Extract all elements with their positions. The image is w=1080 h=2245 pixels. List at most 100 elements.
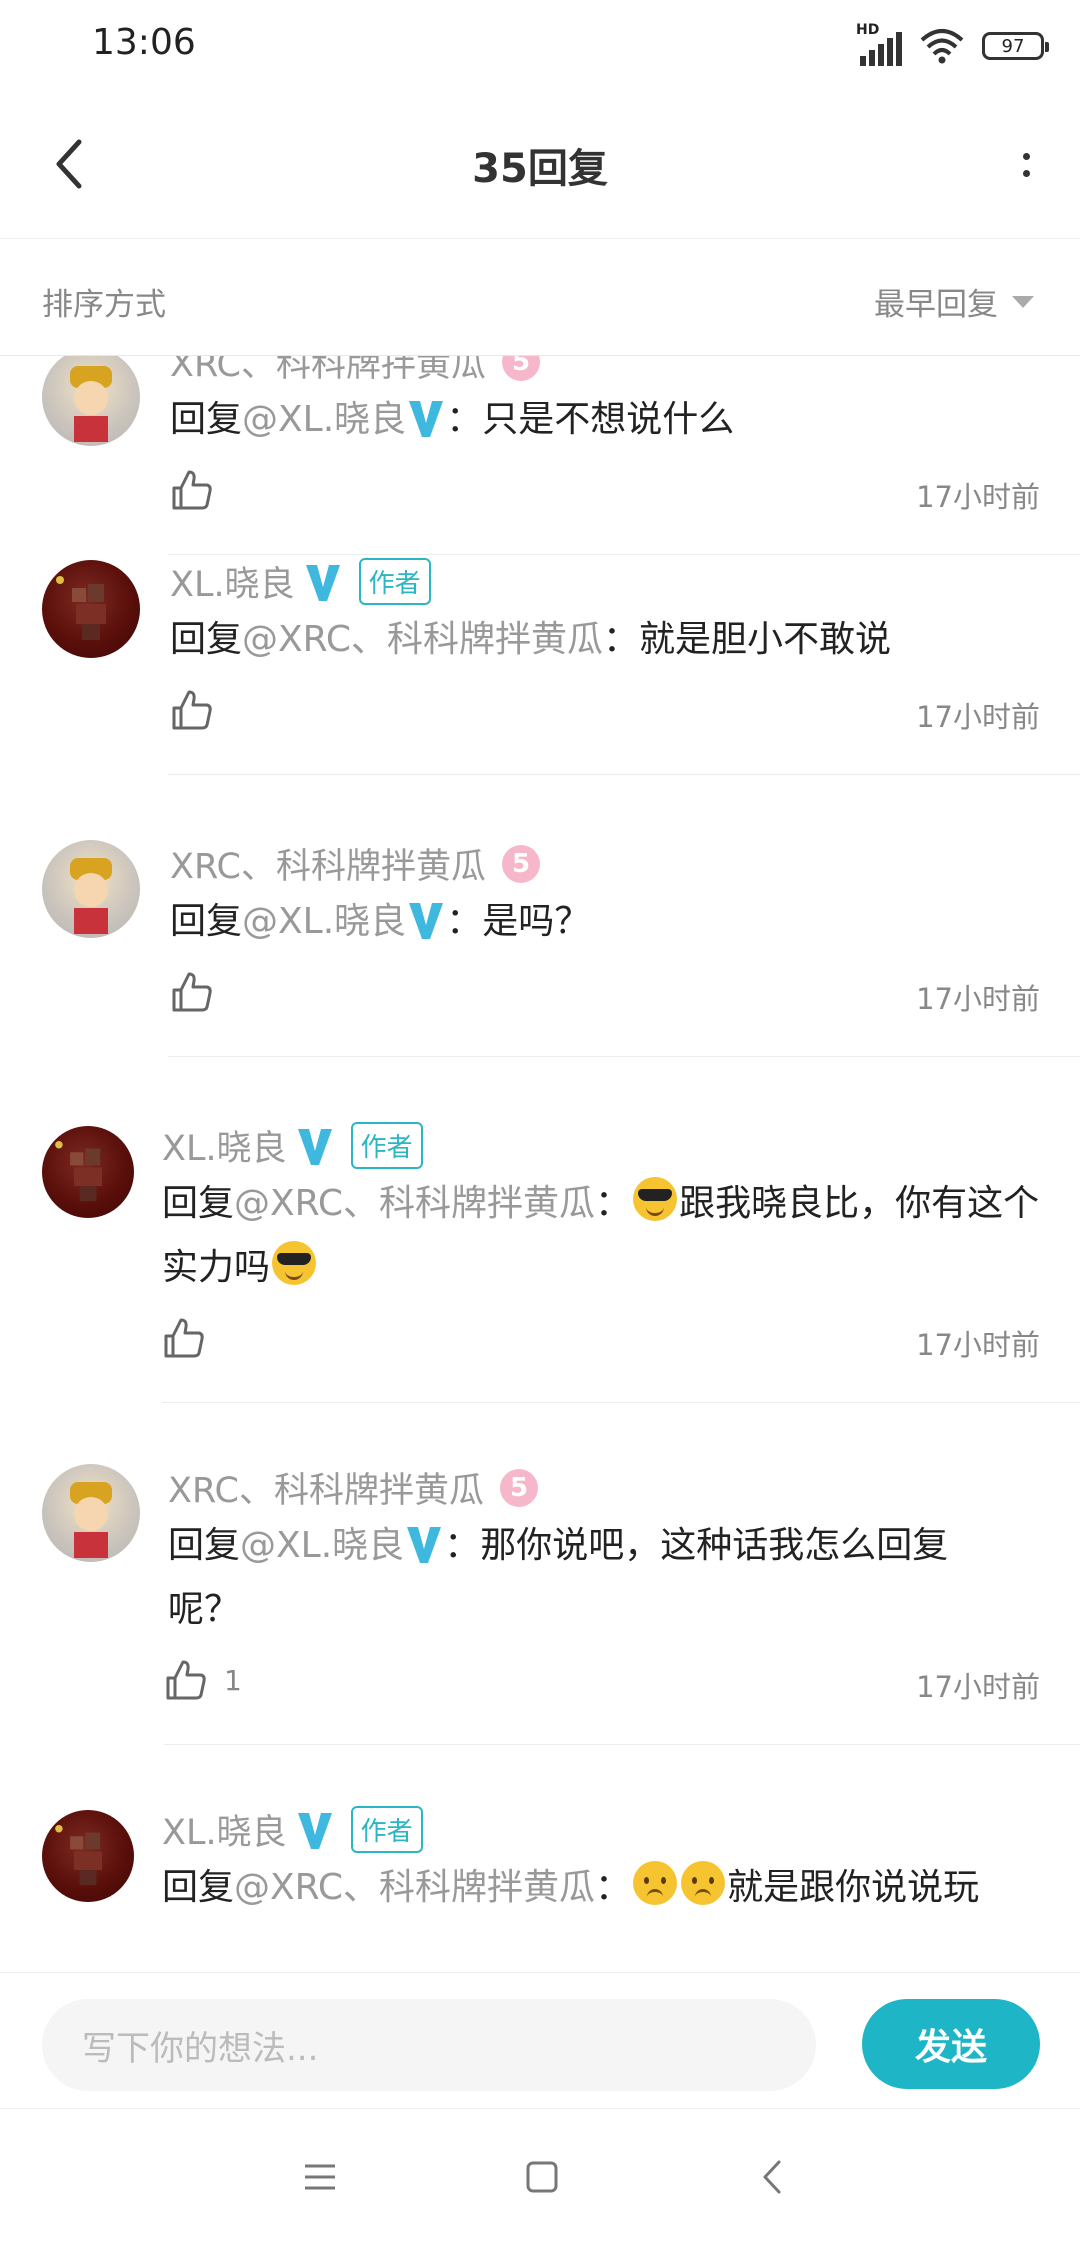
app-bar: 35回复: [0, 92, 1080, 239]
chevron-down-icon: [1012, 295, 1034, 308]
list-item: XL.晓良 作者 回复@XRC、科科牌拌黄瓜：就是胆小不敢说 17小时前: [0, 556, 1080, 838]
comment-input[interactable]: 写下你的想法...: [42, 1999, 816, 2091]
author-name[interactable]: XL.晓良: [162, 1120, 287, 1171]
sad-emoji-icon: [633, 1861, 678, 1905]
author-name[interactable]: XL.晓良: [162, 1804, 287, 1855]
verified-v-icon: [409, 903, 444, 939]
sad-emoji-icon: [681, 1861, 726, 1905]
avatar[interactable]: [42, 1810, 134, 1902]
status-bar: 13:06 HD 97: [0, 0, 1080, 92]
avatar[interactable]: [42, 840, 140, 938]
mention-link[interactable]: @XRC、科科牌拌黄瓜: [234, 1183, 595, 1224]
author-tag: 作者: [358, 558, 431, 605]
like-button[interactable]: [162, 1316, 222, 1360]
avatar[interactable]: [42, 356, 140, 446]
mention-link[interactable]: @XRC、科科牌拌黄瓜: [242, 619, 603, 660]
comment-body-sep: ：: [595, 1867, 632, 1908]
comment-time: 17小时前: [916, 700, 1040, 734]
comment-time: 17小时前: [916, 480, 1040, 514]
reply-prefix: 回复: [170, 901, 243, 942]
avatar[interactable]: [42, 1126, 134, 1218]
wifi-icon: [920, 29, 964, 64]
author-name[interactable]: XRC、科科牌拌黄瓜: [170, 356, 486, 387]
system-nav-bar: [0, 2108, 1080, 2245]
level-badge: 5: [500, 1468, 538, 1507]
like-button[interactable]: [170, 468, 230, 512]
signal-icon: HD: [856, 22, 902, 66]
reply-prefix: 回复: [170, 399, 243, 440]
divider: [168, 554, 1080, 555]
comment-text[interactable]: 回复@XRC、科科牌拌黄瓜： 跟我晓良比，你有这个实力吗: [162, 1172, 1042, 1300]
author-row: XRC、科科牌拌黄瓜 5: [168, 1462, 538, 1513]
author-tag: 作者: [350, 1806, 423, 1853]
avatar[interactable]: [42, 1464, 140, 1562]
divider: [164, 1744, 1080, 1745]
sort-label: 排序方式: [42, 287, 166, 323]
author-row: XRC、科科牌拌黄瓜 5: [170, 356, 540, 387]
author-name[interactable]: XRC、科科牌拌黄瓜: [168, 1462, 484, 1513]
sort-dropdown[interactable]: 最早回复: [874, 279, 1034, 324]
menu-icon[interactable]: [300, 2157, 340, 2197]
verified-v-icon: [305, 564, 340, 601]
comment-body: 就是跟你说说玩: [727, 1867, 980, 1908]
level-badge: 5: [502, 356, 540, 381]
reply-prefix: 回复: [162, 1183, 235, 1224]
thumbs-up-icon: [164, 1318, 204, 1358]
comment-body-sep: ：: [595, 1183, 632, 1224]
mention-link[interactable]: @XRC、科科牌拌黄瓜: [234, 1867, 595, 1908]
level-badge: 5: [502, 844, 540, 883]
author-row: XL.晓良 作者: [162, 1804, 423, 1855]
comment-body: ：就是胆小不敢说: [603, 619, 892, 660]
list-item: XRC、科科牌拌黄瓜 5 回复@XL.晓良 ：那你说吧，这种话我怎么回复呢？ 1 …: [0, 1462, 1080, 1806]
battery-icon: 97: [982, 32, 1049, 60]
author-row: XRC、科科牌拌黄瓜 5: [170, 838, 540, 889]
thumbs-up-icon: [166, 1660, 206, 1700]
comment-text[interactable]: 回复@XRC、科科牌拌黄瓜： 就是跟你说说玩: [162, 1856, 1042, 1920]
sort-selected-value: 最早回复: [874, 287, 998, 323]
list-item: XL.晓良 作者 回复@XRC、科科牌拌黄瓜： 跟我晓良比，你有这个实力吗 17小…: [0, 1120, 1080, 1464]
like-button[interactable]: 1: [164, 1658, 242, 1702]
comment-body: ：只是不想说什么: [446, 399, 735, 440]
reply-prefix: 回复: [168, 1525, 241, 1566]
verified-v-icon: [407, 1527, 442, 1563]
more-vertical-icon[interactable]: [1012, 138, 1040, 192]
avatar[interactable]: [42, 560, 140, 658]
like-button[interactable]: [170, 688, 230, 732]
author-row: XL.晓良 作者: [162, 1120, 423, 1171]
comment-text[interactable]: 回复@XL.晓良 ：是吗？: [170, 890, 1040, 954]
comment-list[interactable]: XRC、科科牌拌黄瓜 5 回复@XL.晓良 ：只是不想说什么 17小时前 XL.晓…: [0, 356, 1080, 1971]
thumbs-up-icon: [172, 972, 212, 1012]
verified-v-icon: [409, 401, 444, 437]
comment-time: 17小时前: [916, 1670, 1040, 1704]
mention-link[interactable]: @XL.晓良: [240, 1525, 404, 1566]
send-button[interactable]: 发送: [862, 1999, 1040, 2089]
divider: [168, 774, 1080, 775]
comment-text[interactable]: 回复@XL.晓良 ：那你说吧，这种话我怎么回复呢？: [168, 1514, 1018, 1642]
page-title: 35回复: [472, 146, 608, 192]
divider: [168, 1056, 1080, 1057]
comment-text[interactable]: 回复@XRC、科科牌拌黄瓜：就是胆小不敢说: [170, 608, 1040, 672]
sunglasses-emoji-icon: [633, 1177, 678, 1221]
status-time: 13:06: [92, 22, 196, 63]
mention-link[interactable]: @XL.晓良: [242, 901, 406, 942]
like-button[interactable]: [170, 970, 230, 1014]
thumbs-up-icon: [172, 470, 212, 510]
comment-body: ：是吗？: [446, 901, 591, 942]
status-icons: HD 97: [856, 22, 1049, 68]
comment-time: 17小时前: [916, 982, 1040, 1016]
like-count: 1: [224, 1663, 242, 1697]
comment-text[interactable]: 回复@XL.晓良 ：只是不想说什么: [170, 388, 1040, 452]
author-name[interactable]: XRC、科科牌拌黄瓜: [170, 838, 486, 889]
reply-prefix: 回复: [162, 1867, 235, 1908]
thumbs-up-icon: [172, 690, 212, 730]
list-item: XRC、科科牌拌黄瓜 5 回复@XL.晓良 ：是吗？ 17小时前: [0, 838, 1080, 1120]
verified-v-icon: [297, 1128, 332, 1165]
sunglasses-emoji-icon: [272, 1241, 317, 1285]
author-tag: 作者: [350, 1122, 423, 1169]
nav-back-icon[interactable]: [752, 2157, 792, 2197]
author-name[interactable]: XL.晓良: [170, 556, 295, 607]
author-row: XL.晓良 作者: [170, 556, 431, 607]
home-square-icon[interactable]: [522, 2157, 562, 2197]
sort-bar: 排序方式 最早回复: [0, 239, 1080, 356]
mention-link[interactable]: @XL.晓良: [242, 399, 406, 440]
